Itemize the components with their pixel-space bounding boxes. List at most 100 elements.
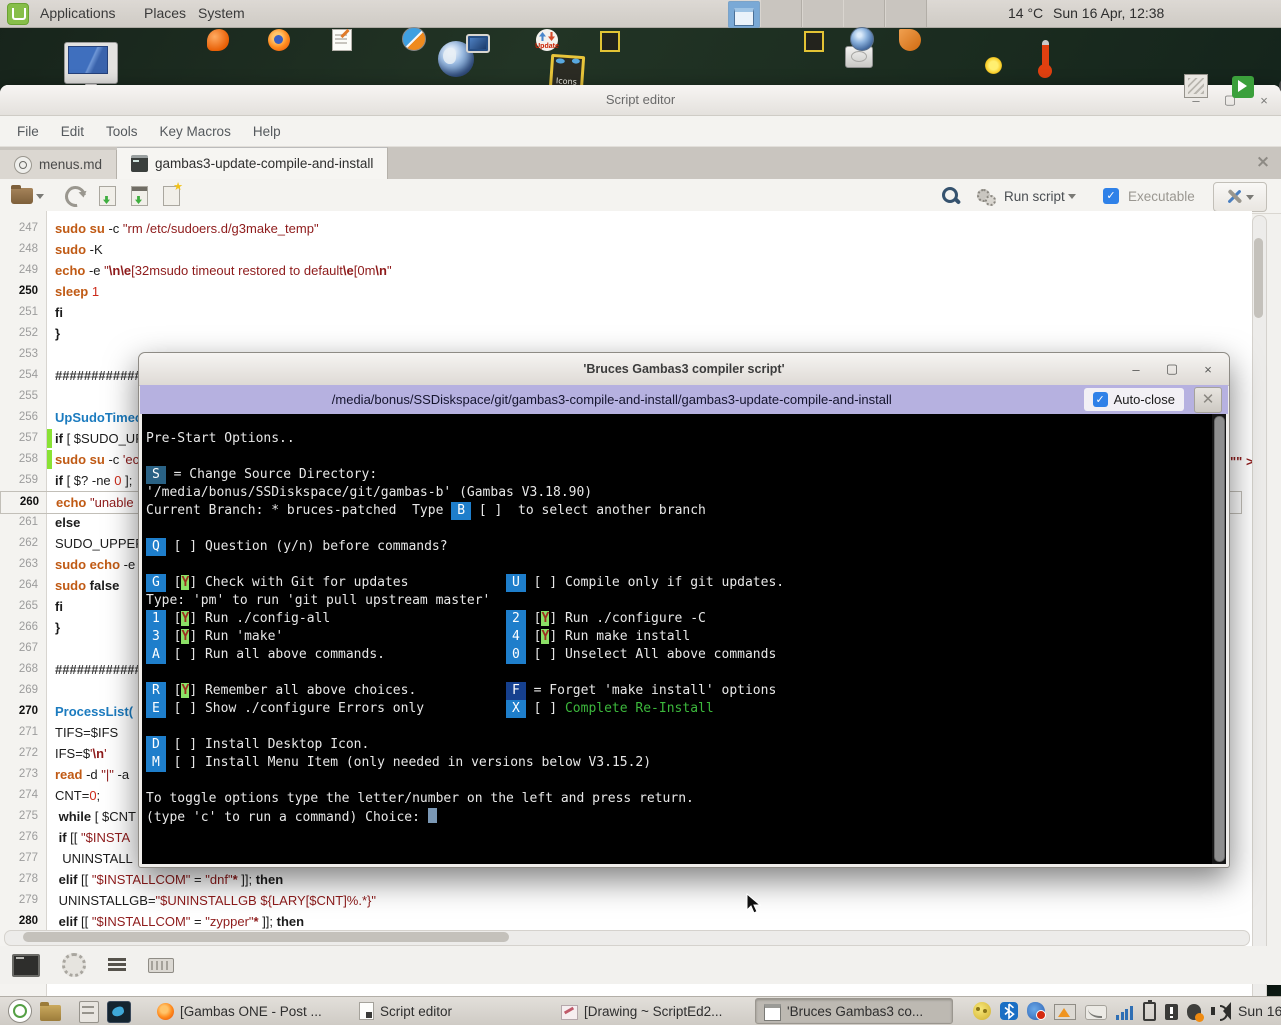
panel-menu-applications[interactable]: Applications [32,0,124,27]
file-manager-icon[interactable] [79,1001,99,1023]
panel-window-button[interactable] [843,0,885,27]
panel-window-button[interactable] [885,0,927,27]
update-manager-icon[interactable]: Update [536,29,558,51]
option-key-0[interactable]: 0 [506,646,526,664]
horizontal-scroll-thumb[interactable] [23,932,509,942]
panel-window-button[interactable] [760,0,802,27]
option-key-3[interactable]: 3 [146,628,166,646]
option-key-Q[interactable]: Q [146,538,166,556]
new-document-button[interactable]: ★ [160,183,183,209]
weather-sun-icon[interactable] [985,57,1002,74]
dragon-icon[interactable] [1027,1002,1045,1020]
editor-horizontal-scrollbar[interactable] [4,930,1250,946]
executable-checkbox[interactable]: ✓ [1103,188,1119,204]
keyboard-icon[interactable] [148,958,174,973]
panel-menu-places[interactable]: Places [136,0,194,27]
option-key-X[interactable]: X [506,700,526,718]
terminal-icon[interactable] [12,954,40,977]
mint-menu-icon[interactable] [7,3,29,25]
pufferfish-icon[interactable] [973,1002,991,1020]
save-button[interactable] [96,183,119,209]
save-down-icon [99,186,116,206]
firefox-icon[interactable] [268,29,290,51]
refresh-button[interactable] [62,183,89,209]
terminal-scrollbar[interactable] [1212,414,1226,864]
option-key-B[interactable]: B [451,502,471,520]
vertical-scroll-thumb[interactable] [1254,238,1263,318]
curve-icon[interactable] [1085,1005,1107,1020]
terminal-close-x-button[interactable]: ✕ [1194,387,1222,413]
menu-item-tools[interactable]: Tools [97,121,147,142]
minimize-button[interactable]: – [1129,362,1143,377]
battery-icon[interactable] [1143,1002,1156,1021]
terminal-row: S = Change Source Directory: [146,466,1208,484]
tab-close-icon[interactable]: × [1253,152,1273,172]
menu-item-file[interactable]: File [8,121,48,142]
display-settings-icon[interactable] [466,34,490,53]
tool-icon[interactable] [899,29,921,51]
auto-close-toggle[interactable]: ✓ Auto-close [1084,388,1184,411]
task-button--Gambas-ONE-Post-[interactable]: [Gambas ONE - Post ... [149,999,345,1023]
text-editor-icon[interactable] [332,29,352,51]
tab-gambas3-update-compile-and-install[interactable]: gambas3-update-compile-and-install [117,147,388,179]
panel-window-button[interactable] [802,0,844,27]
temperature-label[interactable]: 14 °C [1008,0,1043,27]
panel-menu-system[interactable]: System [190,0,253,27]
app-orange-icon[interactable] [207,29,229,51]
menu-item-edit[interactable]: Edit [52,121,93,142]
option-key-4[interactable]: 4 [506,628,526,646]
shield-icon[interactable] [1187,1004,1201,1020]
taskbar-clock[interactable]: Sun 16 Apr, 12:38 [1238,1003,1281,1019]
option-key-D[interactable]: D [146,736,166,754]
menu-item-key-macros[interactable]: Key Macros [151,121,240,142]
task-button--Drawing-ScriptEd2-[interactable]: [Drawing ~ ScriptEd2... [553,999,749,1023]
editor-vertical-scrollbar[interactable] [1252,215,1267,1013]
bluetooth-icon[interactable] [1000,1002,1018,1020]
search-button[interactable] [938,183,965,209]
option-key-A[interactable]: A [146,646,166,664]
option-key-E[interactable]: E [146,700,166,718]
maximize-button[interactable]: ▢ [1165,361,1179,377]
option-key-F[interactable]: F [506,682,526,700]
option-key-R[interactable]: R [146,682,166,700]
option-key-U[interactable]: U [506,574,526,592]
clipboard-icon[interactable] [1165,1004,1178,1020]
option-key-M[interactable]: M [146,754,166,772]
executable-toggle[interactable]: ✓ Executable [1100,183,1198,209]
menu-item-help[interactable]: Help [244,121,290,142]
option-key-G[interactable]: G [146,574,166,592]
terminal-titlebar[interactable]: 'Bruces Gambas3 compiler script' – ▢ × [139,353,1229,386]
terminal-scroll-thumb[interactable] [1214,416,1225,862]
close-button[interactable]: × [1201,362,1215,377]
mint-menu-icon[interactable] [8,999,32,1023]
option-key-1[interactable]: 1 [146,610,166,628]
task-button--Bruces-Gambas3-co-[interactable]: 'Bruces Gambas3 co... [755,998,953,1024]
auto-close-checkbox[interactable]: ✓ [1093,392,1108,407]
option-key-2[interactable]: 2 [506,610,526,628]
open-file-button[interactable] [8,183,47,209]
gear-icon[interactable] [62,953,86,977]
icons-app-icon[interactable] [804,31,824,52]
app-ball-icon[interactable] [402,27,426,51]
tab-label: gambas3-update-compile-and-install [155,156,373,171]
window-switcher-icon[interactable] [1184,74,1208,98]
lines-icon[interactable] [108,958,126,972]
option-key-S[interactable]: S [146,466,166,484]
tools-menu-button[interactable] [1213,182,1267,212]
save-all-button[interactable] [128,183,151,209]
terminal-launcher-icon[interactable] [107,1001,131,1023]
speaker-icon[interactable] [1210,1002,1228,1020]
display-ruler-icon[interactable] [1054,1004,1076,1020]
tab-menus-md[interactable]: menus.md [0,150,117,179]
signal-icon[interactable] [1116,1004,1134,1020]
task-button-Script-editor[interactable]: Script editor [351,999,547,1023]
search-icon[interactable]: 2 [1277,76,1281,98]
folder-icon[interactable] [40,1005,61,1021]
terminal-output[interactable]: Pre-Start Options..S = Change Source Dir… [142,414,1226,864]
logout-icon[interactable] [1232,76,1254,98]
globe-icon[interactable] [850,27,874,51]
panel-clock[interactable]: Sun 16 Apr, 12:38 [1053,0,1164,27]
active-window-indicator[interactable] [728,1,760,28]
run-script-button[interactable]: Run script [974,183,1079,209]
icons-app-icon[interactable] [600,31,620,52]
